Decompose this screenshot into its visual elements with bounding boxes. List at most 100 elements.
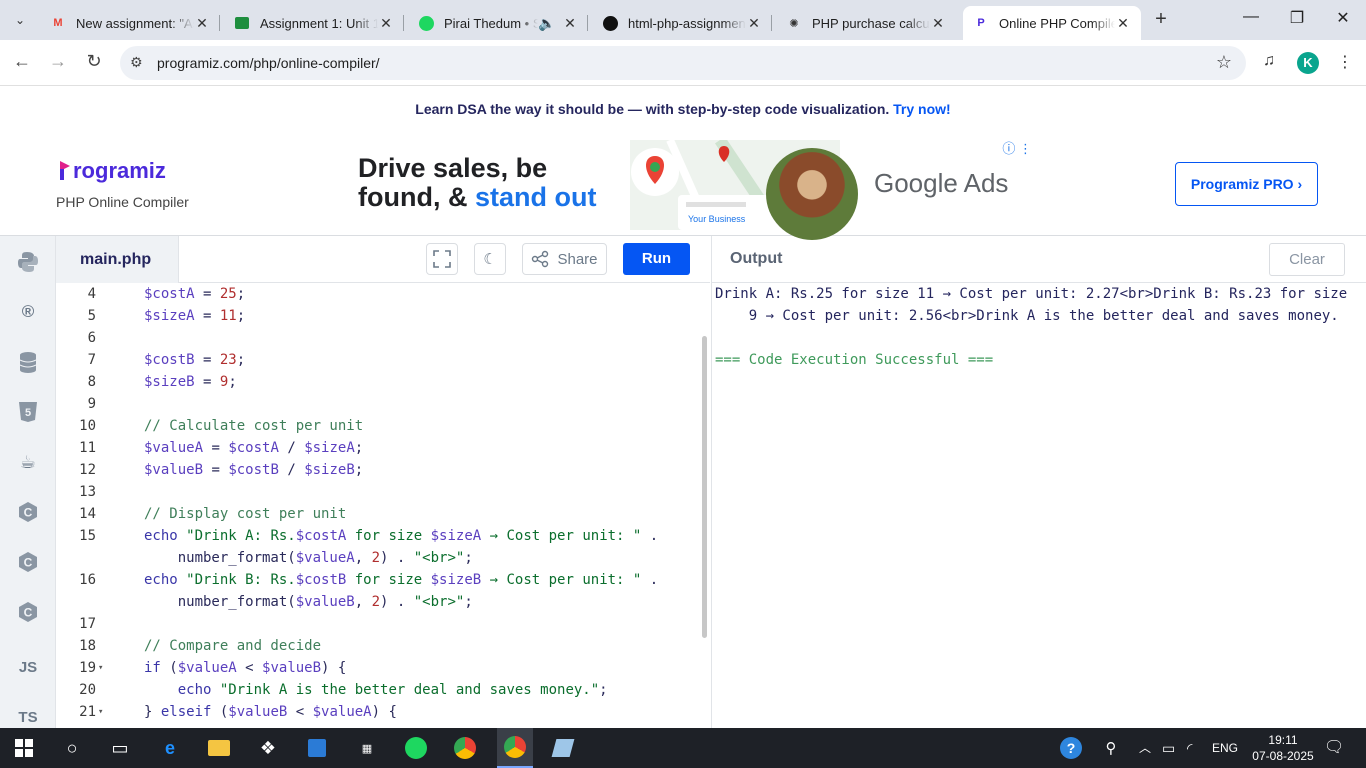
address-bar[interactable]: ⚙ programiz.com/php/online-compiler/ ☆: [120, 46, 1246, 80]
close-tab-icon[interactable]: ✕: [378, 15, 394, 32]
profile-avatar[interactable]: K: [1297, 52, 1319, 74]
programiz-logo[interactable]: rogramiz: [58, 158, 166, 184]
chrome-active-icon[interactable]: [497, 728, 533, 768]
bookmark-star-icon[interactable]: ☆: [1216, 52, 1232, 73]
restore-icon[interactable]: ❐: [1282, 8, 1312, 28]
theme-toggle-button[interactable]: ☾: [474, 243, 506, 275]
code-text: // Compare and decide: [144, 638, 322, 654]
forward-arrow-icon[interactable]: →: [46, 51, 70, 72]
tab-search-chevron-icon[interactable]: ⌄: [8, 8, 32, 32]
clock-date: 07-08-2025: [1252, 749, 1314, 763]
clock-time: 19:11: [1268, 733, 1298, 747]
fullscreen-button[interactable]: [426, 243, 458, 275]
show-hidden-icons[interactable]: ︿: [1139, 728, 1151, 768]
back-arrow-icon[interactable]: ←: [10, 51, 34, 72]
output-panel[interactable]: Drink A: Rs.25 for size 11 → Cost per un…: [711, 283, 1366, 728]
close-tab-icon[interactable]: ✕: [1115, 15, 1131, 32]
ad-headline-line1: Drive sales, be: [358, 153, 548, 183]
line-number: 11: [79, 440, 96, 456]
java-icon[interactable]: ☕: [9, 443, 47, 481]
line-number: 21: [79, 704, 96, 720]
share-label: Share: [557, 250, 598, 268]
file-tab-main-php[interactable]: main.php: [56, 236, 179, 283]
programiz-icon: P: [977, 17, 985, 29]
code-text: echo "Drink A is the better deal and sav…: [177, 682, 608, 698]
clock[interactable]: 19:11 07-08-2025: [1252, 732, 1314, 764]
search-icon[interactable]: ○: [57, 734, 87, 762]
close-tab-icon[interactable]: ✕: [194, 15, 210, 32]
media-control-icon[interactable]: ♫: [1263, 52, 1275, 70]
notification-icon[interactable]: 🗨: [1324, 728, 1344, 768]
code-text: echo "Drink B: Rs.$costB for size $sizeB…: [144, 572, 659, 588]
calendar-app-icon[interactable]: ▦: [352, 734, 382, 762]
chrome-icon[interactable]: [450, 734, 480, 762]
new-tab-button[interactable]: +: [1150, 8, 1172, 31]
code-text: number_format($valueB, 2) . "<br>";: [144, 594, 473, 610]
line-number: 17: [79, 616, 96, 632]
c-language-icon[interactable]: C: [9, 493, 47, 531]
store-icon[interactable]: [302, 734, 332, 762]
battery-icon[interactable]: ▭: [1162, 728, 1175, 768]
url-text[interactable]: programiz.com/php/online-compiler/: [157, 55, 380, 71]
notes-app-icon[interactable]: [548, 734, 578, 762]
r-language-icon[interactable]: ®: [9, 293, 47, 331]
code-text: $valueA = $costA / $sizeA;: [144, 440, 364, 456]
editor-header: main.php ☾ Share Run: [56, 236, 710, 283]
site-info-icon[interactable]: ⚙: [130, 54, 143, 71]
html5-icon[interactable]: 5: [9, 393, 47, 431]
tab-title: Assignment 1: Unit 1: [260, 15, 378, 31]
gmail-icon: M: [53, 17, 63, 29]
run-button[interactable]: Run: [623, 243, 690, 275]
people-icon[interactable]: ⚲: [1096, 734, 1126, 762]
svg-text:5: 5: [25, 407, 31, 419]
line-number: 13: [79, 484, 96, 500]
code-text: $sizeA = 11;: [144, 308, 246, 324]
language-indicator[interactable]: ENG: [1212, 728, 1238, 768]
close-tab-icon[interactable]: ✕: [562, 15, 578, 32]
file-explorer-icon[interactable]: [204, 734, 234, 762]
javascript-icon[interactable]: JS: [9, 648, 47, 686]
sql-database-icon[interactable]: [9, 343, 47, 381]
svg-text:C: C: [24, 556, 33, 570]
reload-icon[interactable]: ↻: [82, 51, 106, 72]
code-text: number_format($valueA, 2) . "<br>";: [144, 550, 473, 566]
speaker-icon[interactable]: 🔈: [538, 15, 555, 32]
share-button[interactable]: Share: [522, 243, 607, 275]
csharp-icon[interactable]: C: [9, 593, 47, 631]
tab-github[interactable]: html-php-assignmen ✕: [592, 6, 772, 40]
code-editor[interactable]: 4 $costA = 25; 5 $sizeA = 11; 6 7 $costB = 23;…: [56, 283, 710, 728]
line-number: 5: [87, 308, 96, 324]
ad-info-icon[interactable]: ⓘ ⋮: [1002, 138, 1032, 157]
execution-status: === Code Execution Successful ===: [715, 352, 994, 368]
promo-link[interactable]: Try now!: [893, 101, 951, 117]
github-icon: [602, 15, 618, 31]
close-window-icon[interactable]: ✕: [1328, 8, 1358, 28]
close-tab-icon[interactable]: ✕: [930, 15, 946, 32]
minimize-icon[interactable]: —: [1236, 8, 1266, 26]
menu-dots-icon[interactable]: ⋮: [1337, 52, 1353, 72]
spotify-taskbar-icon[interactable]: [401, 734, 431, 762]
tab-spotify[interactable]: Pirai Thedum • Sa 🔈 ✕: [408, 6, 588, 40]
windows-start-icon[interactable]: [9, 734, 39, 762]
ad-headline-highlight: stand out: [474, 182, 597, 212]
programiz-pro-button[interactable]: Programiz PRO ›: [1175, 162, 1318, 206]
tab-classroom[interactable]: Assignment 1: Unit 1 ✕: [224, 6, 404, 40]
editor-scrollbar[interactable]: [702, 336, 707, 638]
fold-arrow-icon[interactable]: ▾: [98, 701, 103, 723]
clear-button[interactable]: Clear: [1269, 243, 1345, 276]
fold-arrow-icon[interactable]: ▾: [98, 657, 103, 679]
tab-title: Online PHP Compiler: [999, 15, 1115, 31]
advertisement[interactable]: Drive sales, be found, & stand out Your …: [340, 138, 1040, 240]
tab-programiz-active[interactable]: P Online PHP Compiler ✕: [963, 6, 1141, 40]
edge-icon[interactable]: e: [155, 734, 185, 762]
dropbox-icon[interactable]: ❖: [253, 734, 283, 762]
cpp-icon[interactable]: C: [9, 543, 47, 581]
code-text: // Calculate cost per unit: [144, 418, 364, 434]
python-icon[interactable]: [9, 243, 47, 281]
tab-chatgpt[interactable]: ✺ PHP purchase calcula ✕: [776, 6, 956, 40]
network-icon[interactable]: ◜: [1187, 728, 1192, 768]
help-icon[interactable]: ?: [1056, 734, 1086, 762]
task-view-icon[interactable]: ▭: [105, 734, 135, 762]
tab-gmail[interactable]: M New assignment: "As ✕: [40, 6, 220, 40]
close-tab-icon[interactable]: ✕: [746, 15, 762, 32]
